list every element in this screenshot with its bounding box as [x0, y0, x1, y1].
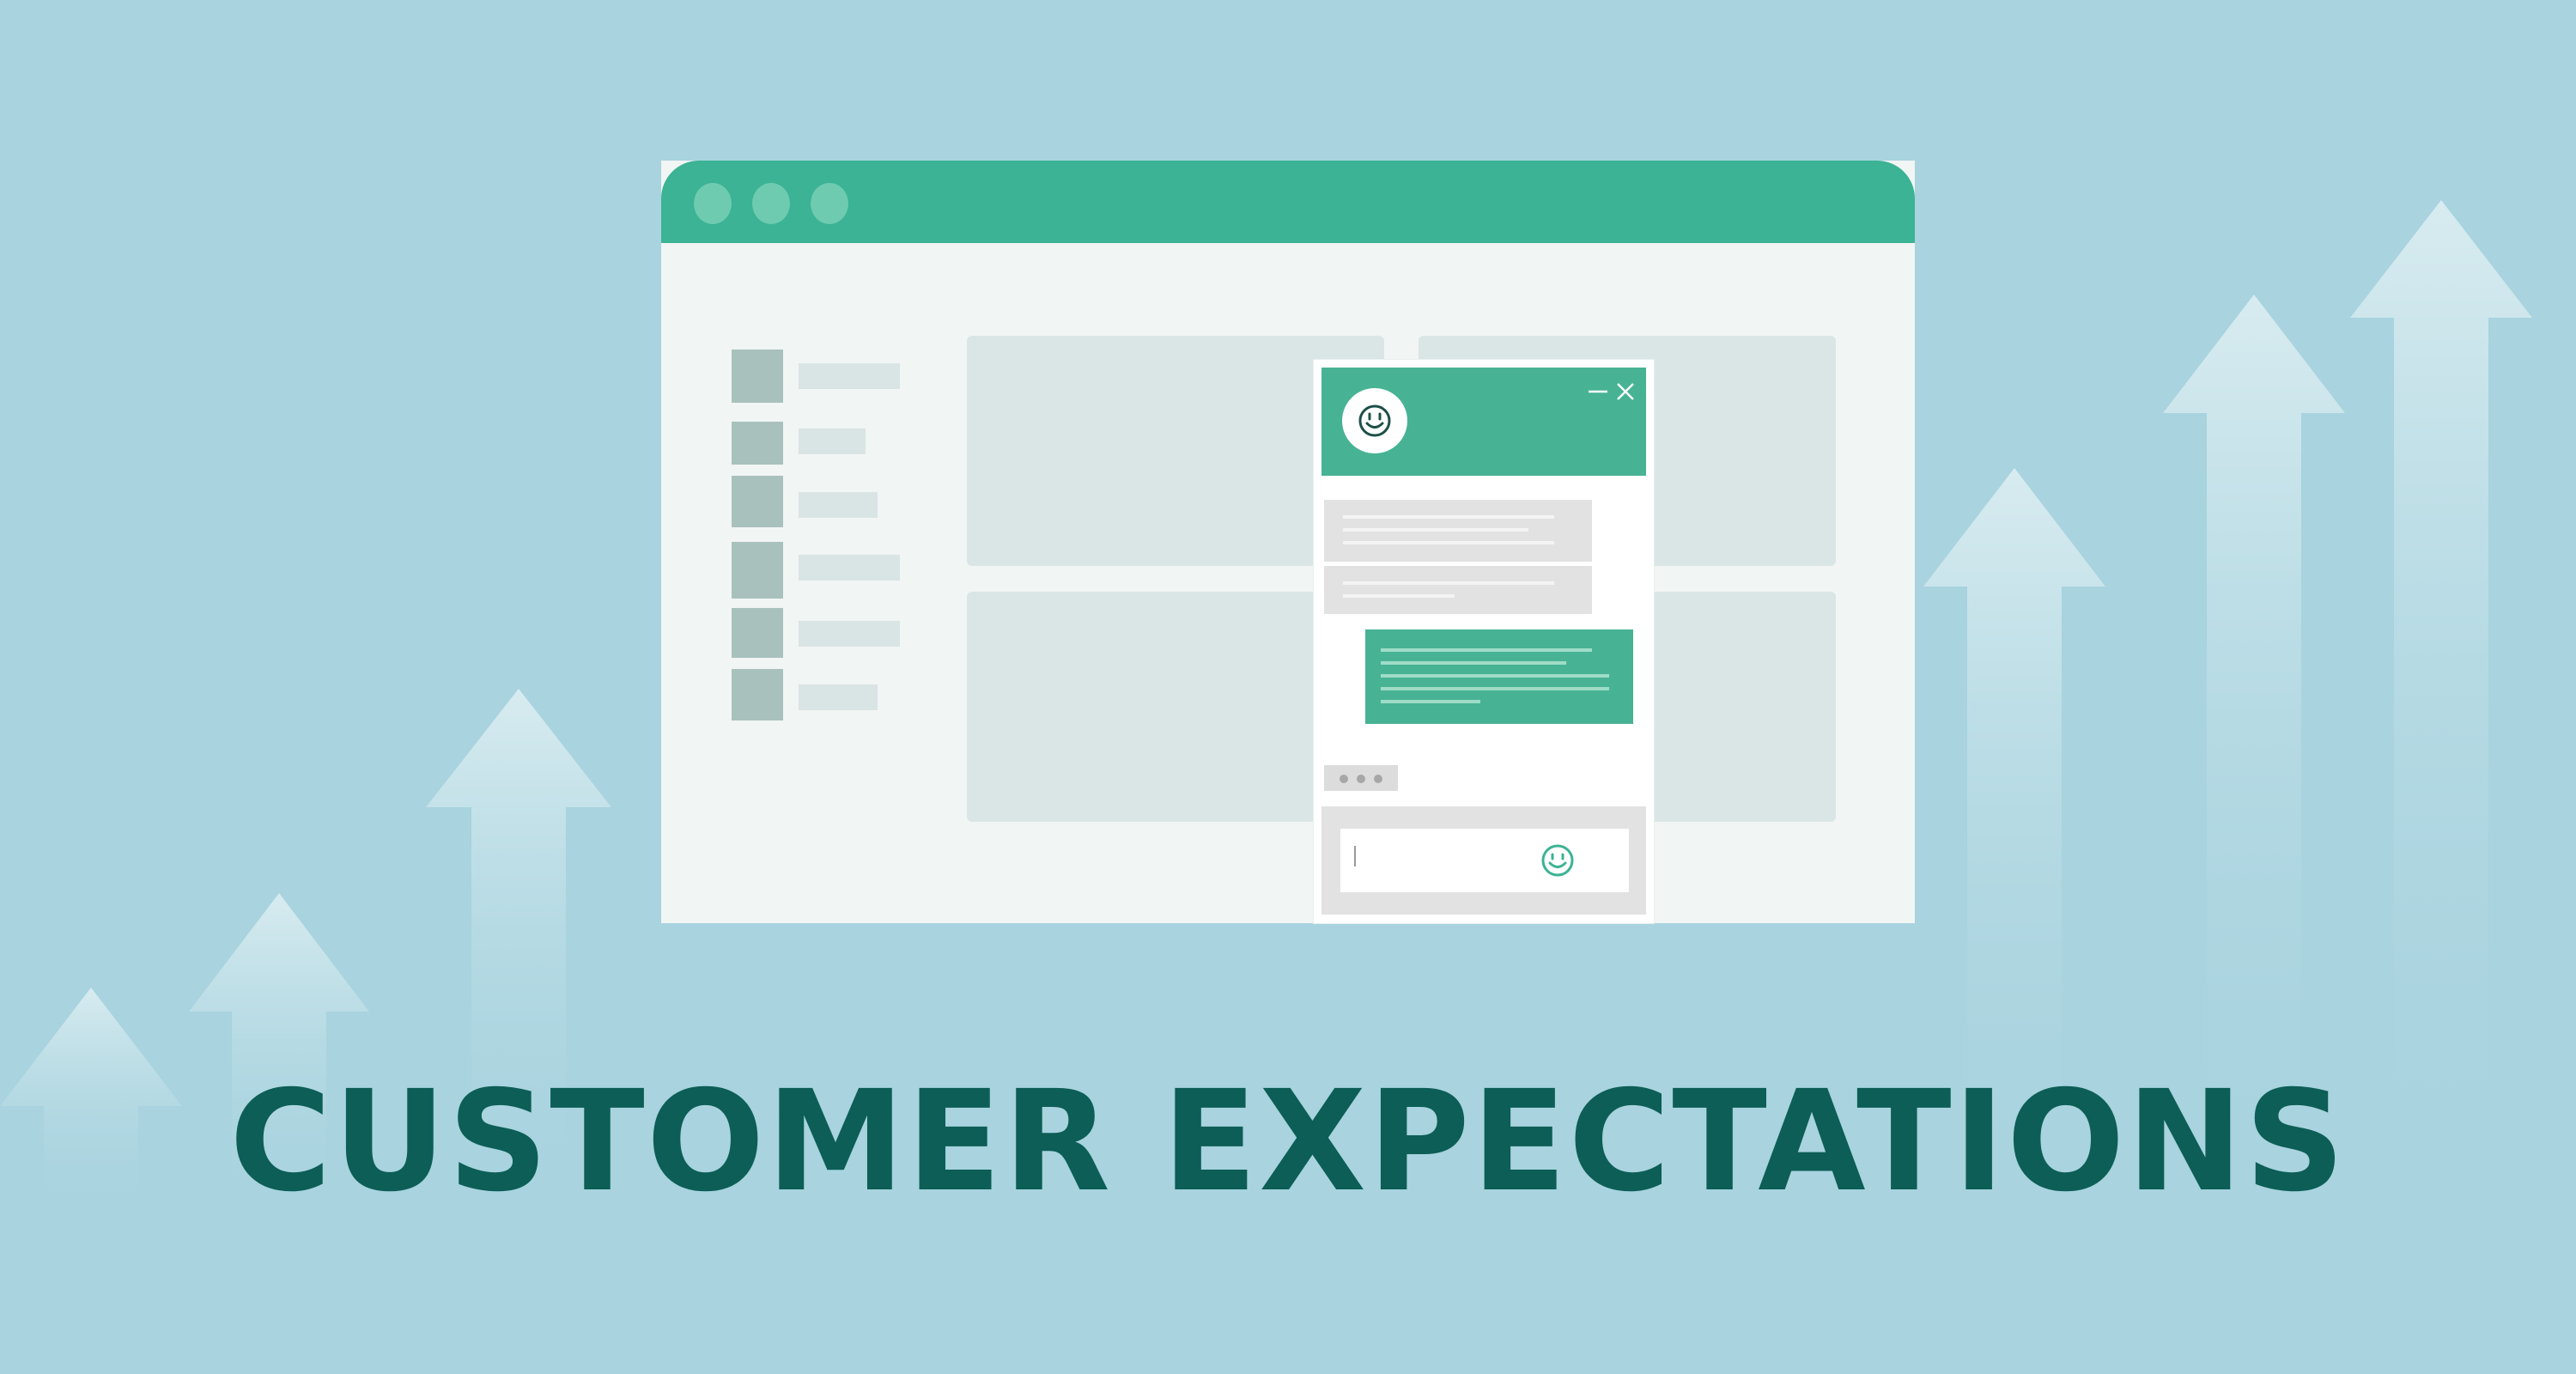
sidebar-item-label[interactable]	[799, 684, 878, 710]
close-icon[interactable]	[1613, 380, 1637, 404]
chat-composer	[1321, 806, 1646, 915]
incoming-message	[1324, 500, 1592, 562]
message-text-line	[1381, 674, 1609, 678]
incoming-message	[1324, 566, 1592, 614]
message-text-line	[1381, 661, 1566, 665]
text-caret	[1354, 846, 1356, 866]
sidebar-item-label[interactable]	[799, 555, 900, 581]
sidebar-item-icon[interactable]	[732, 422, 783, 465]
typing-dot	[1357, 775, 1365, 783]
window-control-dot[interactable]	[694, 183, 732, 224]
typing-dot	[1340, 775, 1348, 783]
message-text-line	[1381, 687, 1609, 690]
chat-header	[1321, 368, 1646, 476]
typing-indicator	[1324, 765, 1398, 791]
illustration: CUSTOMER EXPECTATIONS	[0, 0, 2576, 1374]
sidebar-item-icon[interactable]	[732, 542, 783, 599]
message-text-line	[1343, 515, 1554, 519]
title-bar	[661, 161, 1915, 243]
message-text-line	[1343, 541, 1554, 544]
sidebar-item-label[interactable]	[799, 429, 866, 454]
smiley-icon[interactable]	[1540, 842, 1576, 879]
typing-dot	[1374, 775, 1382, 783]
message-text-line	[1343, 581, 1554, 585]
message-text-line	[1343, 594, 1455, 598]
chat-widget	[1314, 360, 1654, 923]
chat-avatar	[1342, 388, 1407, 453]
sidebar-item-icon[interactable]	[732, 669, 783, 720]
sidebar-item-label[interactable]	[799, 492, 878, 518]
window-control-dot[interactable]	[811, 183, 848, 224]
smiley-icon	[1358, 404, 1391, 437]
browser-window	[661, 161, 1915, 923]
message-input[interactable]	[1340, 829, 1629, 892]
sidebar-item-icon[interactable]	[732, 476, 783, 527]
headline: CUSTOMER EXPECTATIONS	[229, 1061, 2347, 1223]
message-text-line	[1381, 648, 1592, 652]
sidebar-item-icon[interactable]	[732, 608, 783, 658]
window-control-dot[interactable]	[752, 183, 790, 224]
sidebar-item-icon[interactable]	[732, 350, 783, 403]
message-text-line	[1381, 700, 1480, 703]
sidebar-item-label[interactable]	[799, 621, 900, 647]
outgoing-message	[1365, 629, 1633, 724]
message-text-line	[1343, 528, 1528, 532]
sidebar-item-label[interactable]	[799, 363, 900, 389]
minimize-icon[interactable]	[1586, 380, 1610, 404]
